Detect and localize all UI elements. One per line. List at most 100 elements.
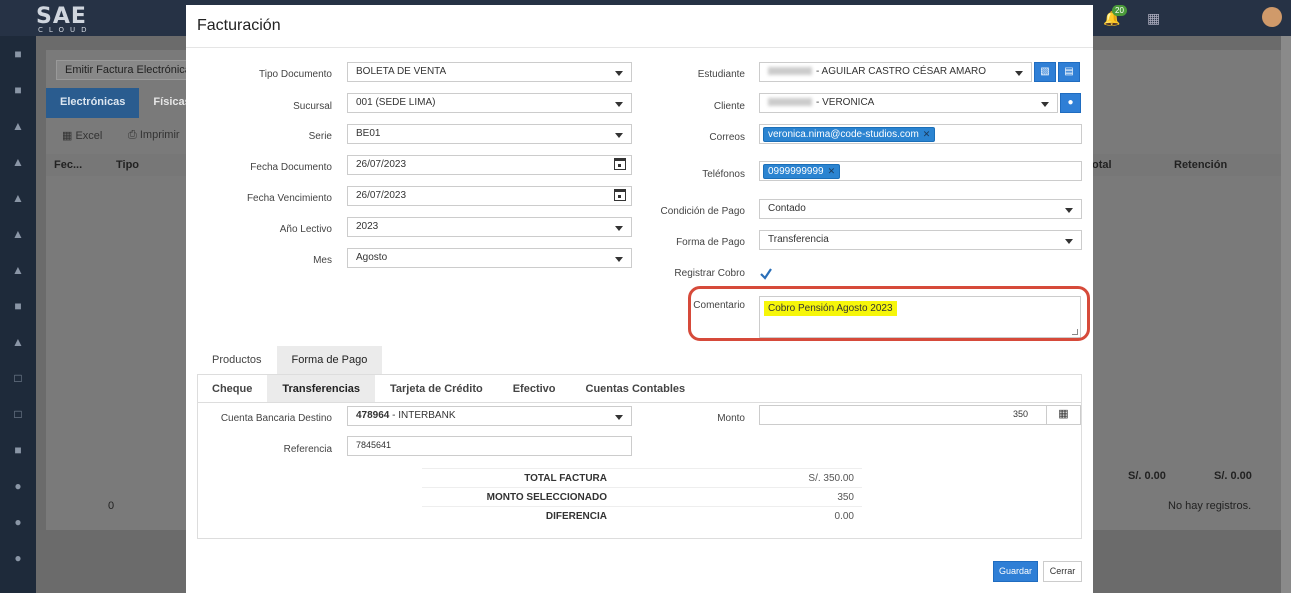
cuenta-bancaria-select[interactable]: 478964 - INTERBANK: [347, 406, 632, 426]
calendar-icon[interactable]: [614, 158, 626, 170]
sidebar-item-11-icon[interactable]: □: [0, 396, 36, 432]
sidebar-item-12-icon[interactable]: ■: [0, 432, 36, 468]
summary-label: MONTO SELECCIONADO: [486, 492, 607, 503]
cuenta-banco: - INTERBANK: [392, 410, 456, 421]
summary-row-total: TOTAL FACTURA S/. 350.00: [422, 468, 862, 487]
avatar[interactable]: [1262, 7, 1282, 27]
summary-row-diferencia: DIFERENCIA 0.00: [422, 506, 862, 525]
user-icon: ●: [1067, 97, 1074, 108]
sidebar-item-15-icon[interactable]: ●: [0, 540, 36, 576]
excel-label: Excel: [75, 130, 103, 142]
col-tipo[interactable]: Tipo: [116, 159, 139, 171]
telefono-tag[interactable]: 0999999999 ✕: [763, 164, 841, 179]
sucursal-value: 001 (SEDE LIMA): [356, 97, 436, 108]
remove-tag-icon[interactable]: ✕: [828, 166, 836, 176]
forma-pago-select[interactable]: Transferencia: [759, 230, 1082, 250]
cerrar-button[interactable]: Cerrar: [1043, 561, 1082, 582]
cliente-value: - VERONICA: [816, 97, 875, 108]
cliente-select[interactable]: - VERONICA: [759, 93, 1058, 113]
student-card-button[interactable]: ▧: [1034, 62, 1056, 82]
subtab-cuentas-contables[interactable]: Cuentas Contables: [571, 375, 701, 403]
excel-icon: ▦: [62, 130, 76, 142]
sidebar-item-6-icon[interactable]: ▲: [0, 216, 36, 252]
grid-icon[interactable]: ▦: [1147, 10, 1160, 27]
chevron-down-icon: [1041, 102, 1049, 107]
calendar-icon[interactable]: [614, 189, 626, 201]
tab-forma-de-pago[interactable]: Forma de Pago: [276, 346, 383, 374]
summary-value: 350: [837, 492, 854, 503]
tab-productos[interactable]: Productos: [197, 346, 277, 374]
sidebar-item-3-icon[interactable]: ▲: [0, 108, 36, 144]
subtab-cheque[interactable]: Cheque: [197, 375, 267, 403]
sidebar-item-2-icon[interactable]: ■: [0, 72, 36, 108]
summary-value: S/. 350.00: [808, 473, 854, 484]
summary-table: TOTAL FACTURA S/. 350.00 MONTO SELECCIONA…: [422, 468, 862, 525]
sidebar-item-9-icon[interactable]: ▲: [0, 324, 36, 360]
sidebar-item-14-icon[interactable]: ●: [0, 504, 36, 540]
excel-button[interactable]: ▦ Excel: [62, 129, 102, 142]
sidebar: ■ ■ ▲ ▲ ▲ ▲ ▲ ■ ▲ □ □ ■ ● ● ●: [0, 36, 36, 593]
print-button[interactable]: ⎙ Imprimir: [128, 129, 180, 142]
sidebar-item-4-icon[interactable]: ▲: [0, 144, 36, 180]
pager-page[interactable]: 0: [108, 500, 114, 512]
telefonos-label: Teléfonos: [702, 169, 745, 180]
monto-value: 350: [1012, 409, 1028, 419]
condicion-pago-select[interactable]: Contado: [759, 199, 1082, 219]
fecha-vencimiento-label: Fecha Vencimiento: [246, 193, 332, 204]
col-retencion[interactable]: Retención: [1174, 159, 1227, 171]
remove-tag-icon[interactable]: ✕: [923, 129, 931, 139]
app-logo[interactable]: SAE CLOUD: [36, 4, 100, 34]
registrar-cobro-checkbox[interactable]: [759, 267, 773, 281]
serie-select[interactable]: BE01: [347, 124, 632, 144]
emitir-factura-button[interactable]: Emitir Factura Electrónica: [56, 60, 200, 80]
fecha-documento-input[interactable]: 26/07/2023: [347, 155, 632, 175]
chevron-down-icon: [615, 102, 623, 107]
chevron-down-icon: [615, 415, 623, 420]
sucursal-select[interactable]: 001 (SEDE LIMA): [347, 93, 632, 113]
summary-label: TOTAL FACTURA: [524, 473, 607, 484]
referencia-input[interactable]: 7845641: [347, 436, 632, 456]
sidebar-item-1-icon[interactable]: ■: [0, 36, 36, 72]
sidebar-item-10-icon[interactable]: □: [0, 360, 36, 396]
correo-tag[interactable]: veronica.nima@code-studios.com ✕: [763, 127, 936, 142]
cuenta-bancaria-label: Cuenta Bancaria Destino: [220, 413, 332, 424]
serie-value: BE01: [356, 128, 381, 139]
monto-label: Monto: [717, 413, 745, 424]
guardar-button[interactable]: Guardar: [993, 561, 1038, 582]
summary-row-monto: MONTO SELECCIONADO 350: [422, 487, 862, 506]
tab-electronicas[interactable]: Electrónicas: [46, 88, 140, 118]
student-detail-button[interactable]: ▤: [1058, 62, 1080, 82]
col-total[interactable]: otal: [1092, 159, 1112, 171]
telefonos-input[interactable]: 0999999999 ✕: [759, 161, 1082, 181]
tipo-documento-value: BOLETA DE VENTA: [356, 66, 447, 77]
cliente-label: Cliente: [713, 101, 745, 112]
client-user-button[interactable]: ●: [1060, 93, 1081, 113]
forma-pago-label: Forma de Pago: [676, 237, 745, 248]
estudiante-select[interactable]: - AGUILAR CASTRO CÉSAR AMARO: [759, 62, 1032, 82]
telefono-tag-text: 0999999999: [768, 166, 824, 177]
sidebar-item-7-icon[interactable]: ▲: [0, 252, 36, 288]
no-records-text: No hay registros.: [1168, 500, 1252, 512]
sidebar-item-13-icon[interactable]: ●: [0, 468, 36, 504]
subtab-efectivo[interactable]: Efectivo: [498, 375, 571, 403]
correos-input[interactable]: veronica.nima@code-studios.com ✕: [759, 124, 1082, 144]
page-scrollbar[interactable]: [1281, 36, 1291, 593]
sidebar-item-8-icon[interactable]: ■: [0, 288, 36, 324]
serie-label: Serie: [308, 131, 332, 142]
subtab-tarjeta-credito[interactable]: Tarjeta de Crédito: [375, 375, 498, 403]
tipo-documento-select[interactable]: BOLETA DE VENTA: [347, 62, 632, 82]
subtab-transferencias[interactable]: Transferencias: [267, 375, 375, 403]
col-fecha[interactable]: Fec...: [54, 159, 82, 171]
chevron-down-icon: [615, 133, 623, 138]
fecha-vencimiento-input[interactable]: 26/07/2023: [347, 186, 632, 206]
estudiante-label: Estudiante: [697, 69, 745, 80]
notification-badge: 20: [1112, 5, 1127, 16]
sidebar-item-5-icon[interactable]: ▲: [0, 180, 36, 216]
monto-input[interactable]: 350 ▦: [759, 405, 1081, 425]
forma-pago-value: Transferencia: [768, 234, 829, 245]
footer-total: S/. 0.00: [1128, 470, 1166, 482]
chevron-down-icon: [615, 71, 623, 76]
calculator-icon[interactable]: ▦: [1046, 405, 1080, 425]
mes-select[interactable]: Agosto: [347, 248, 632, 268]
anio-lectivo-select[interactable]: 2023: [347, 217, 632, 237]
